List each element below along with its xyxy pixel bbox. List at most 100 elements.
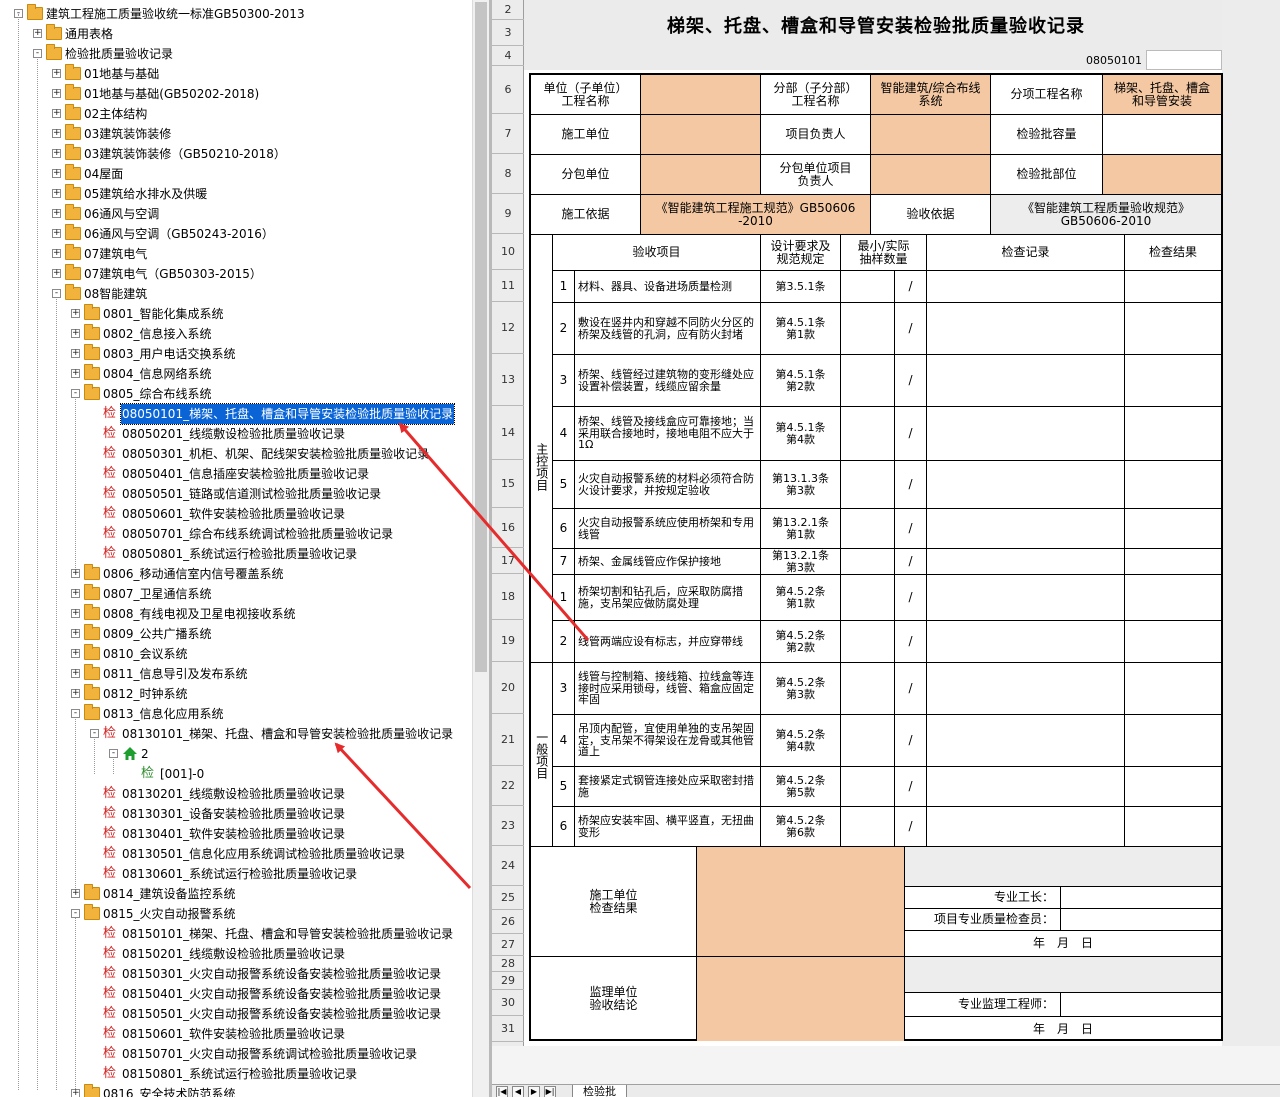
check-record-field[interactable] [927,407,1125,461]
tree-label[interactable]: 08130601_系统试运行检验批质量验收记录 [121,864,358,884]
sample-actual-field[interactable]: / [895,509,927,549]
check-record-field[interactable] [927,303,1125,355]
tree-label[interactable]: 03建筑装饰装修 [83,124,172,144]
collapse-icon[interactable]: - [71,709,80,718]
expand-icon[interactable]: + [52,89,61,98]
expand-icon[interactable]: + [71,569,80,578]
row-header-cell[interactable]: 3 [492,20,524,46]
tree-label[interactable]: 08050701_综合布线系统调试检验批质量验收记录 [121,524,394,544]
check-record-field[interactable] [927,807,1125,847]
sheet-tab-inspection[interactable]: 检验批 [572,1085,627,1097]
row-header-cell[interactable]: 17 [492,548,524,574]
check-record-field[interactable] [927,767,1125,807]
expand-icon[interactable]: + [52,169,61,178]
check-record-field[interactable] [927,509,1125,549]
tree-label[interactable]: 08050401_信息插座安装检验批质量验收记录 [121,464,370,484]
row-header-cell[interactable]: 6 [492,66,524,114]
subcontractor-pm-field[interactable] [871,155,991,195]
sample-actual-field[interactable]: / [895,407,927,461]
sample-actual-field[interactable]: / [895,663,927,715]
tree-label[interactable]: 0802_信息接入系统 [102,324,213,344]
row-header-cell[interactable]: 13 [492,354,524,406]
check-result-field[interactable] [1125,767,1221,807]
foreman-field[interactable] [1061,887,1221,909]
expand-icon[interactable]: + [71,369,80,378]
sample-actual-field[interactable]: / [895,575,927,621]
tree-label[interactable]: 0807_卫星通信系统 [102,584,213,604]
tree-label[interactable]: 08150301_火灾自动报警系统设备安装检验批质量验收记录 [121,964,442,984]
tree-label[interactable]: 08050201_线缆敷设检验批质量验收记录 [121,424,346,444]
collapse-icon[interactable]: - [71,909,80,918]
expand-icon[interactable]: + [71,669,80,678]
row-header-cell[interactable]: 20 [492,662,524,714]
sample-min-field[interactable] [841,575,895,621]
tree-label[interactable]: 0812_时钟系统 [102,684,189,704]
check-result-field[interactable] [1125,303,1221,355]
row-header-cell[interactable]: 11 [492,270,524,302]
expand-icon[interactable]: + [71,649,80,658]
tree-label[interactable]: 03建筑装饰装修（GB50210-2018） [83,144,287,164]
expand-icon[interactable]: + [71,629,80,638]
prev-sheet-button[interactable]: ◀ [512,1086,524,1097]
subcontractor-field[interactable] [641,155,761,195]
tree-label[interactable]: 08050101_梯架、托盘、槽盒和导管安装检验批质量验收记录 [119,403,456,425]
sample-actual-field[interactable]: / [895,621,927,663]
sample-min-field[interactable] [841,303,895,355]
tree-label[interactable]: 08130401_软件安装检验批质量验收记录 [121,824,346,844]
sample-actual-field[interactable]: / [895,303,927,355]
expand-icon[interactable]: + [52,189,61,198]
first-sheet-button[interactable]: |◀ [496,1086,508,1097]
tree-label[interactable]: 0810_会议系统 [102,644,189,664]
row-header-cell[interactable]: 22 [492,766,524,806]
row-header-cell[interactable]: 25 [492,886,524,910]
check-result-field[interactable] [1125,549,1221,575]
expand-icon[interactable]: + [71,889,80,898]
sample-min-field[interactable] [841,621,895,663]
tree-label[interactable]: 0805_综合布线系统 [102,384,213,404]
expand-icon[interactable]: + [52,149,61,158]
row-header-cell[interactable]: 2 [492,0,524,20]
sample-min-field[interactable] [841,355,895,407]
tree-label[interactable]: 0806_移动通信室内信号覆盖系统 [102,564,285,584]
sample-min-field[interactable] [841,715,895,767]
row-header-cell[interactable]: 21 [492,714,524,766]
check-result-field[interactable] [1125,807,1221,847]
tree-label[interactable]: 建筑工程施工质量验收统一标准GB50300-2013 [45,4,306,24]
check-record-field[interactable] [927,461,1125,509]
check-result-field[interactable] [1125,271,1221,303]
expand-icon[interactable]: + [71,1089,80,1097]
tree-label[interactable]: 08150101_梯架、托盘、槽盒和导管安装检验批质量验收记录 [121,924,454,944]
tree-label[interactable]: 08150601_软件安装检验批质量验收记录 [121,1024,346,1044]
row-header-cell[interactable]: 14 [492,406,524,460]
expand-icon[interactable]: + [52,109,61,118]
sample-min-field[interactable] [841,807,895,847]
tree-label[interactable]: 01地基与基础 [83,64,160,84]
sample-min-field[interactable] [841,663,895,715]
tree-label[interactable]: 0809_公共广播系统 [102,624,213,644]
sample-actual-field[interactable]: / [895,461,927,509]
expand-icon[interactable]: + [52,269,61,278]
expand-icon[interactable]: + [52,129,61,138]
supervision-engineer-field[interactable] [1061,993,1221,1017]
tree-label[interactable]: 08050301_机柜、机架、配线架安装检验批质量验收记录 [121,444,430,464]
tree-label[interactable]: [001]-0 [159,764,205,784]
tree-label[interactable]: 0808_有线电视及卫星电视接收系统 [102,604,297,624]
batch-capacity-field[interactable] [1103,115,1221,155]
construction-check-field[interactable] [697,847,905,957]
next-sheet-button[interactable]: ▶ [528,1086,540,1097]
supervision-field[interactable] [697,957,905,1041]
tree-label[interactable]: 2 [140,744,150,764]
project-tree[interactable]: - 建筑工程施工质量验收统一标准GB50300-2013 + 通用表格 - 检验批质量验收… [0,0,472,1097]
tree-label[interactable]: 07建筑电气（GB50303-2015） [83,264,263,284]
tree-label[interactable]: 08150701_火灾自动报警系统调试检验批质量验收记录 [121,1044,418,1064]
tree-label[interactable]: 08150401_火灾自动报警系统设备安装检验批质量验收记录 [121,984,442,1004]
tree-label[interactable]: 0811_信息导引及发布系统 [102,664,249,684]
sample-actual-field[interactable]: / [895,549,927,575]
expand-icon[interactable]: + [33,29,42,38]
tree-label[interactable]: 08130501_信息化应用系统调试检验批质量验收记录 [121,844,406,864]
collapse-icon[interactable]: - [52,289,61,298]
row-header-cell[interactable]: 19 [492,620,524,662]
sample-actual-field[interactable]: / [895,715,927,767]
row-header-cell[interactable]: 10 [492,234,524,270]
check-record-field[interactable] [927,549,1125,575]
